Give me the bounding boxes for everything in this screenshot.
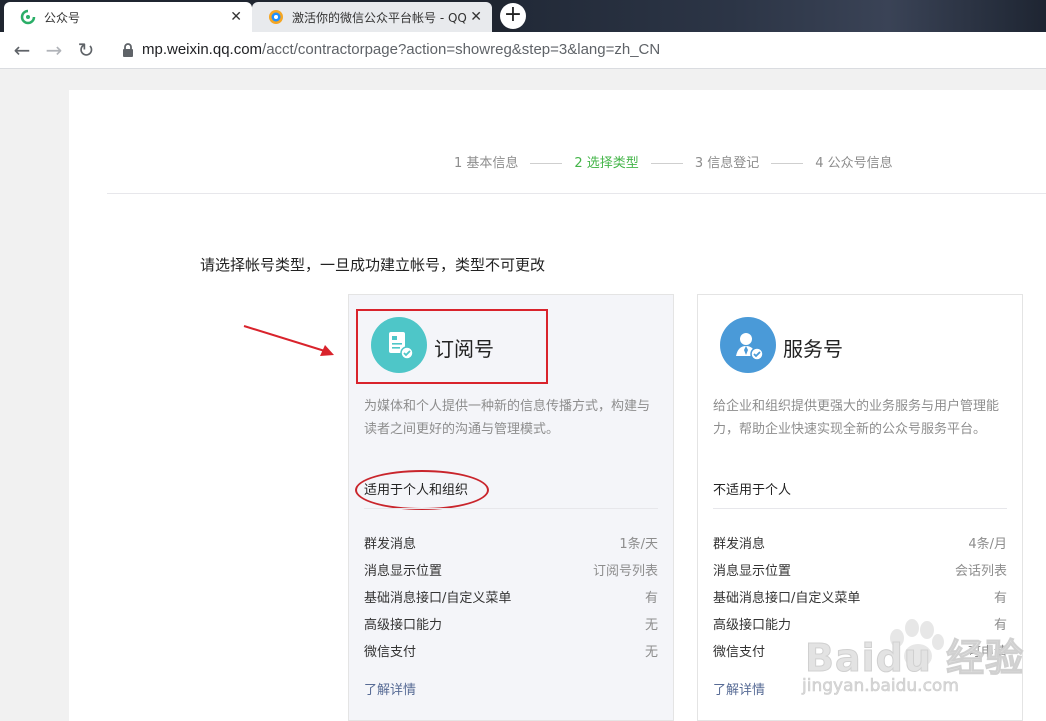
step-1: 1 基本信息 bbox=[454, 156, 519, 171]
tab-title: 激活你的微信公众平台帐号 - QQ bbox=[292, 10, 467, 25]
feature-value: 无 bbox=[644, 618, 658, 633]
step-3: 3 信息登记 bbox=[694, 156, 760, 171]
feature-row: 群发消息 1条/天 bbox=[364, 533, 658, 553]
step-2: 2 选择类型 bbox=[574, 156, 639, 171]
feature-label: 微信支付 bbox=[713, 645, 766, 660]
red-arrow-annotation bbox=[243, 325, 334, 356]
feature-row: 高级接口能力 无 bbox=[364, 614, 658, 634]
feature-value: 有 bbox=[644, 591, 658, 606]
feature-label: 高级接口能力 bbox=[364, 618, 443, 633]
learn-more-link[interactable]: 了解详情 bbox=[713, 679, 765, 698]
service-icon bbox=[720, 317, 776, 373]
card-divider bbox=[364, 508, 658, 509]
feature-value: 会话列表 bbox=[954, 564, 1007, 579]
card-divider bbox=[713, 508, 1007, 509]
close-tab-icon[interactable]: ✕ bbox=[470, 9, 482, 25]
card-title: 服务号 bbox=[783, 337, 843, 361]
new-tab-button[interactable]: + bbox=[500, 3, 526, 29]
feature-value: 无 bbox=[644, 645, 658, 660]
feature-row: 消息显示位置 订阅号列表 bbox=[364, 560, 658, 580]
watermark-text: Baidu 经验 bbox=[804, 636, 1025, 681]
reload-icon[interactable]: ↻ bbox=[74, 38, 98, 62]
wechat-favicon-icon bbox=[20, 9, 36, 25]
feature-value: 4条/月 bbox=[968, 537, 1007, 552]
url-host: mp.weixin.qq.com bbox=[142, 41, 263, 58]
feature-row: 基础消息接口/自定义菜单 有 bbox=[364, 587, 658, 607]
feature-value: 有 bbox=[993, 591, 1007, 606]
card-description: 给企业和组织提供更强大的业务服务与用户管理能力，帮助企业快速实现全新的公众号服务… bbox=[713, 399, 1000, 437]
feature-label: 群发消息 bbox=[713, 537, 766, 552]
url-path: /acct/contractorpage?action=showreg&step… bbox=[262, 41, 661, 58]
address-bar[interactable]: mp.weixin.qq.com/acct/contractorpage?act… bbox=[142, 41, 660, 58]
browser-tab-bar: 公众号 ✕ 激活你的微信公众平台帐号 - QQ ✕ + bbox=[0, 0, 1046, 32]
tab-activate-account[interactable]: 激活你的微信公众平台帐号 - QQ ✕ bbox=[252, 2, 492, 32]
forward-icon[interactable]: → bbox=[42, 38, 66, 62]
browser-toolbar: ← → ↻ mp.weixin.qq.com/acct/contractorpa… bbox=[0, 32, 1046, 69]
close-tab-icon[interactable]: ✕ bbox=[230, 9, 242, 25]
feature-row: 基础消息接口/自定义菜单 有 bbox=[713, 587, 1007, 607]
feature-row: 微信支付 无 bbox=[364, 641, 658, 661]
step-progress: 1 基本信息 2 选择类型 3 信息登记 4 公众号信息 bbox=[454, 152, 893, 171]
subscription-account-card[interactable]: 订阅号 为媒体和个人提供一种新的信息传播方式，构建与读者之间更好的沟通与管理模式… bbox=[348, 294, 674, 721]
tab-bar-background bbox=[520, 0, 1046, 32]
feature-label: 消息显示位置 bbox=[713, 564, 792, 579]
feature-label: 基础消息接口/自定义菜单 bbox=[713, 591, 861, 606]
tab-gongzhonghao[interactable]: 公众号 ✕ bbox=[4, 2, 252, 32]
red-highlight-box bbox=[356, 309, 548, 384]
feature-value: 订阅号列表 bbox=[592, 564, 658, 579]
watermark-url: jingyan.baidu.com bbox=[802, 676, 959, 697]
feature-value: 1条/天 bbox=[619, 537, 658, 552]
step-divider bbox=[530, 163, 563, 164]
red-highlight-ellipse bbox=[355, 470, 489, 510]
step-4: 4 公众号信息 bbox=[815, 156, 893, 171]
qq-favicon-icon bbox=[268, 9, 284, 25]
feature-label: 微信支付 bbox=[364, 645, 417, 660]
feature-label: 基础消息接口/自定义菜单 bbox=[364, 591, 512, 606]
feature-row: 群发消息 4条/月 bbox=[713, 533, 1007, 553]
card-description: 为媒体和个人提供一种新的信息传播方式，构建与读者之间更好的沟通与管理模式。 bbox=[364, 399, 651, 437]
lock-icon[interactable] bbox=[120, 42, 136, 58]
tab-title: 公众号 bbox=[44, 10, 81, 25]
feature-label: 消息显示位置 bbox=[364, 564, 443, 579]
learn-more-link[interactable]: 了解详情 bbox=[364, 679, 416, 698]
card-suitability: 不适用于个人 bbox=[713, 483, 792, 498]
step-divider bbox=[771, 163, 804, 164]
step-divider bbox=[650, 163, 683, 164]
account-type-prompt: 请选择帐号类型，一旦成功建立帐号，类型不可更改 bbox=[200, 256, 546, 274]
header-divider bbox=[107, 193, 1046, 194]
feature-row: 消息显示位置 会话列表 bbox=[713, 560, 1007, 580]
back-icon[interactable]: ← bbox=[10, 38, 34, 62]
feature-label: 高级接口能力 bbox=[713, 618, 792, 633]
feature-label: 群发消息 bbox=[364, 537, 417, 552]
